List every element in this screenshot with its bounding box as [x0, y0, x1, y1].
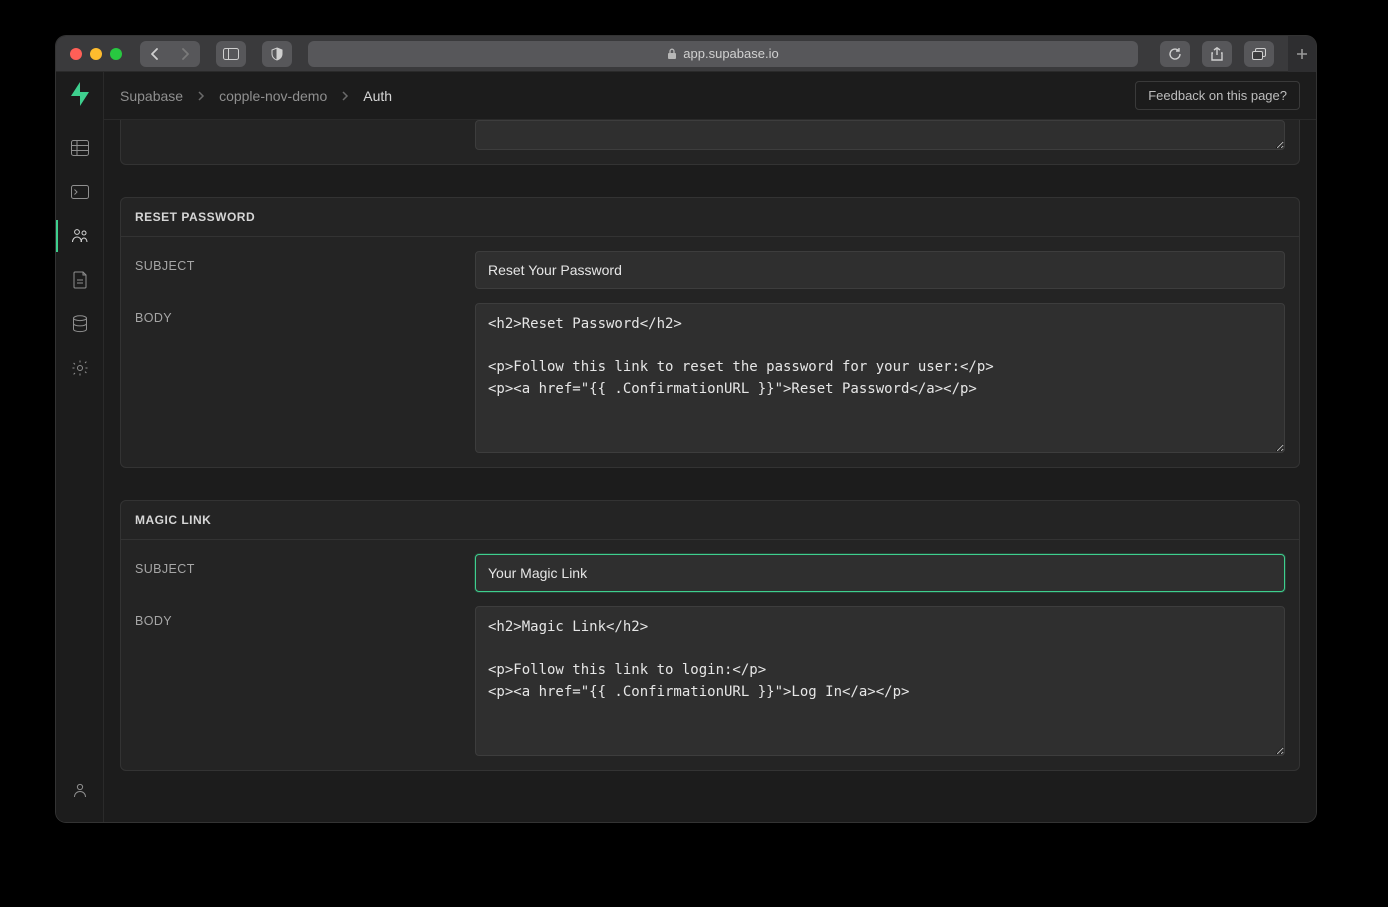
lock-icon	[667, 48, 677, 60]
supabase-logo-icon[interactable]	[69, 82, 91, 106]
sidebar-toggle-button[interactable]	[216, 41, 246, 67]
browser-window: app.supabase.io	[56, 36, 1316, 822]
panel-header: MAGIC LINK	[121, 501, 1299, 540]
browser-back-button[interactable]	[140, 41, 170, 67]
reset-body-textarea[interactable]	[475, 303, 1285, 453]
window-close-icon[interactable]	[70, 48, 82, 60]
breadcrumb-org[interactable]: Supabase	[120, 88, 183, 104]
breadcrumb-bar: Supabase copple-nov-demo Auth Feedback o…	[104, 72, 1316, 120]
browser-chrome: app.supabase.io	[56, 36, 1316, 72]
window-fullscreen-icon[interactable]	[110, 48, 122, 60]
nav-back-forward	[140, 41, 200, 67]
browser-forward-button[interactable]	[170, 41, 200, 67]
nav-database[interactable]	[56, 302, 104, 346]
nav-auth[interactable]	[56, 214, 104, 258]
panel-reset-password: RESET PASSWORD SUBJECT BODY	[120, 197, 1300, 468]
breadcrumb-project[interactable]: copple-nov-demo	[219, 88, 327, 104]
window-minimize-icon[interactable]	[90, 48, 102, 60]
magic-body-textarea[interactable]	[475, 606, 1285, 756]
body-label: BODY	[135, 606, 455, 756]
subject-label: SUBJECT	[135, 251, 455, 289]
chevron-right-icon	[341, 91, 349, 101]
reset-subject-input[interactable]	[475, 251, 1285, 289]
tabs-button[interactable]	[1244, 41, 1274, 67]
reload-button[interactable]	[1160, 41, 1190, 67]
chevron-right-icon	[197, 91, 205, 101]
nav-table-editor[interactable]	[56, 126, 104, 170]
browser-actions	[1154, 41, 1274, 67]
content-scroll[interactable]: RESET PASSWORD SUBJECT BODY MAGIC LINK S…	[104, 120, 1316, 822]
app-shell: Supabase copple-nov-demo Auth Feedback o…	[56, 72, 1316, 822]
reader-shield-button[interactable]	[262, 41, 292, 67]
url-text: app.supabase.io	[683, 46, 778, 61]
panel-header: RESET PASSWORD	[121, 198, 1299, 237]
magic-subject-input[interactable]	[475, 554, 1285, 592]
breadcrumb-page: Auth	[363, 88, 392, 104]
prev-body-textarea[interactable]	[475, 120, 1285, 150]
new-tab-button[interactable]	[1288, 36, 1316, 72]
nav-settings[interactable]	[56, 346, 104, 390]
nav-storage[interactable]	[56, 258, 104, 302]
feedback-button[interactable]: Feedback on this page?	[1135, 81, 1300, 110]
main-area: Supabase copple-nov-demo Auth Feedback o…	[104, 72, 1316, 822]
nav-sql-editor[interactable]	[56, 170, 104, 214]
nav-account[interactable]	[56, 768, 104, 812]
panel-previous-partial	[120, 120, 1300, 165]
window-controls	[70, 48, 122, 60]
url-bar[interactable]: app.supabase.io	[308, 41, 1138, 67]
panel-magic-link: MAGIC LINK SUBJECT BODY	[120, 500, 1300, 771]
left-nav	[56, 72, 104, 822]
body-label: BODY	[135, 303, 455, 453]
share-button[interactable]	[1202, 41, 1232, 67]
subject-label: SUBJECT	[135, 554, 455, 592]
